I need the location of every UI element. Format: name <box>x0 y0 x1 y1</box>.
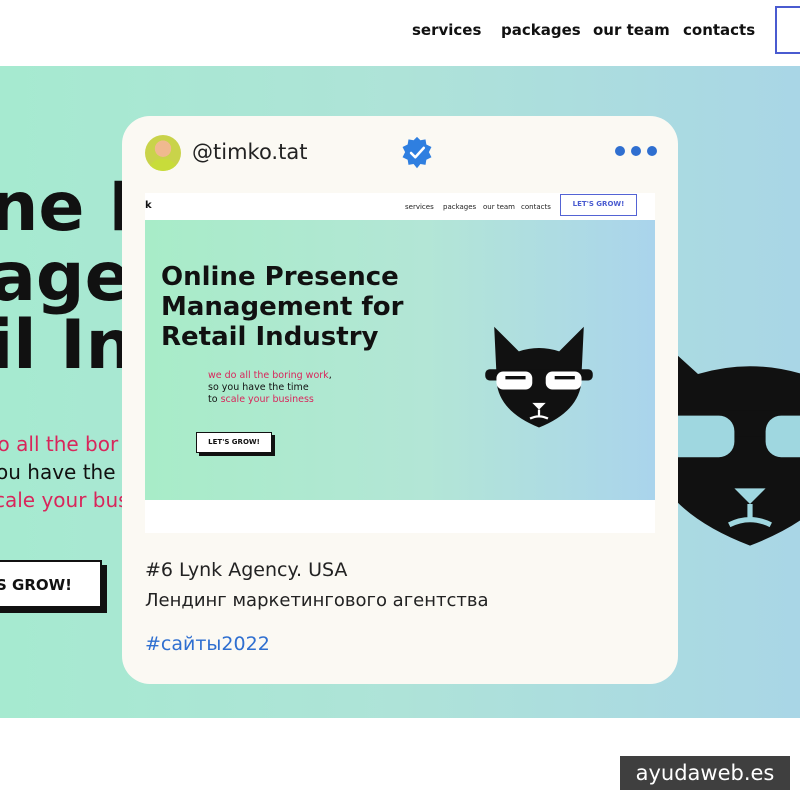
preview-lets-grow-button: LET'S GROW! <box>196 432 272 453</box>
hero-title-line-3: il In <box>0 306 135 385</box>
preview-hero: Online Presence Management for Retail In… <box>145 220 655 500</box>
post-caption-title: #6 Lynk Agency. USA <box>145 559 348 581</box>
preview-nav: k services packages our team contacts LE… <box>145 193 655 219</box>
more-dots-icon[interactable] <box>615 146 657 158</box>
preview-title-line-3: Retail Industry <box>161 322 379 352</box>
nav-link-contacts[interactable]: contacts <box>683 21 755 39</box>
hero-subtitle-line-2: ou have the t <box>0 460 130 484</box>
post-hashtag-link[interactable]: #сайты2022 <box>145 633 270 655</box>
lets-grow-button-edge[interactable] <box>775 6 800 54</box>
website-preview-image: k services packages our team contacts LE… <box>145 193 655 533</box>
preview-logo: k <box>145 200 152 211</box>
preview-title-line-2: Management for <box>161 292 404 322</box>
preview-cta-button: LET'S GROW! <box>560 194 637 216</box>
avatar[interactable] <box>145 135 181 171</box>
preview-nav-our-team: our team <box>483 203 515 211</box>
preview-title-line-1: Online Presence <box>161 262 399 292</box>
preview-nav-contacts: contacts <box>521 203 551 211</box>
hero-subtitle-line-3: cale your bus <box>0 488 129 512</box>
hero-subtitle-line-1: lo all the bor <box>0 432 119 456</box>
preview-title: Online Presence Management for Retail In… <box>161 262 403 352</box>
post-handle[interactable]: @timko.tat <box>192 140 307 164</box>
watermark: ayudaweb.es <box>620 756 790 790</box>
nav-link-our-team[interactable]: our team <box>593 21 670 39</box>
preview-subtitle-line-2: so you have the time <box>208 382 309 393</box>
preview-subtitle-line-1: we do all the boring work, <box>208 370 332 381</box>
verified-badge-icon <box>402 136 432 169</box>
hero-lets-grow-button[interactable]: S GROW! <box>0 560 102 608</box>
preview-nav-services: services <box>405 203 434 211</box>
post-card: @timko.tat k services packages our team … <box>122 116 678 684</box>
preview-nav-packages: packages <box>443 203 477 211</box>
top-navigation: services packages our team contacts <box>0 0 800 66</box>
post-caption-description: Лендинг маркетингового агентства <box>145 590 489 611</box>
preview-subtitle-line-3: to scale your business <box>208 394 314 405</box>
nav-link-services[interactable]: services <box>412 21 481 39</box>
nav-link-packages[interactable]: packages <box>501 21 581 39</box>
preview-cat-logo-icon <box>485 326 593 428</box>
